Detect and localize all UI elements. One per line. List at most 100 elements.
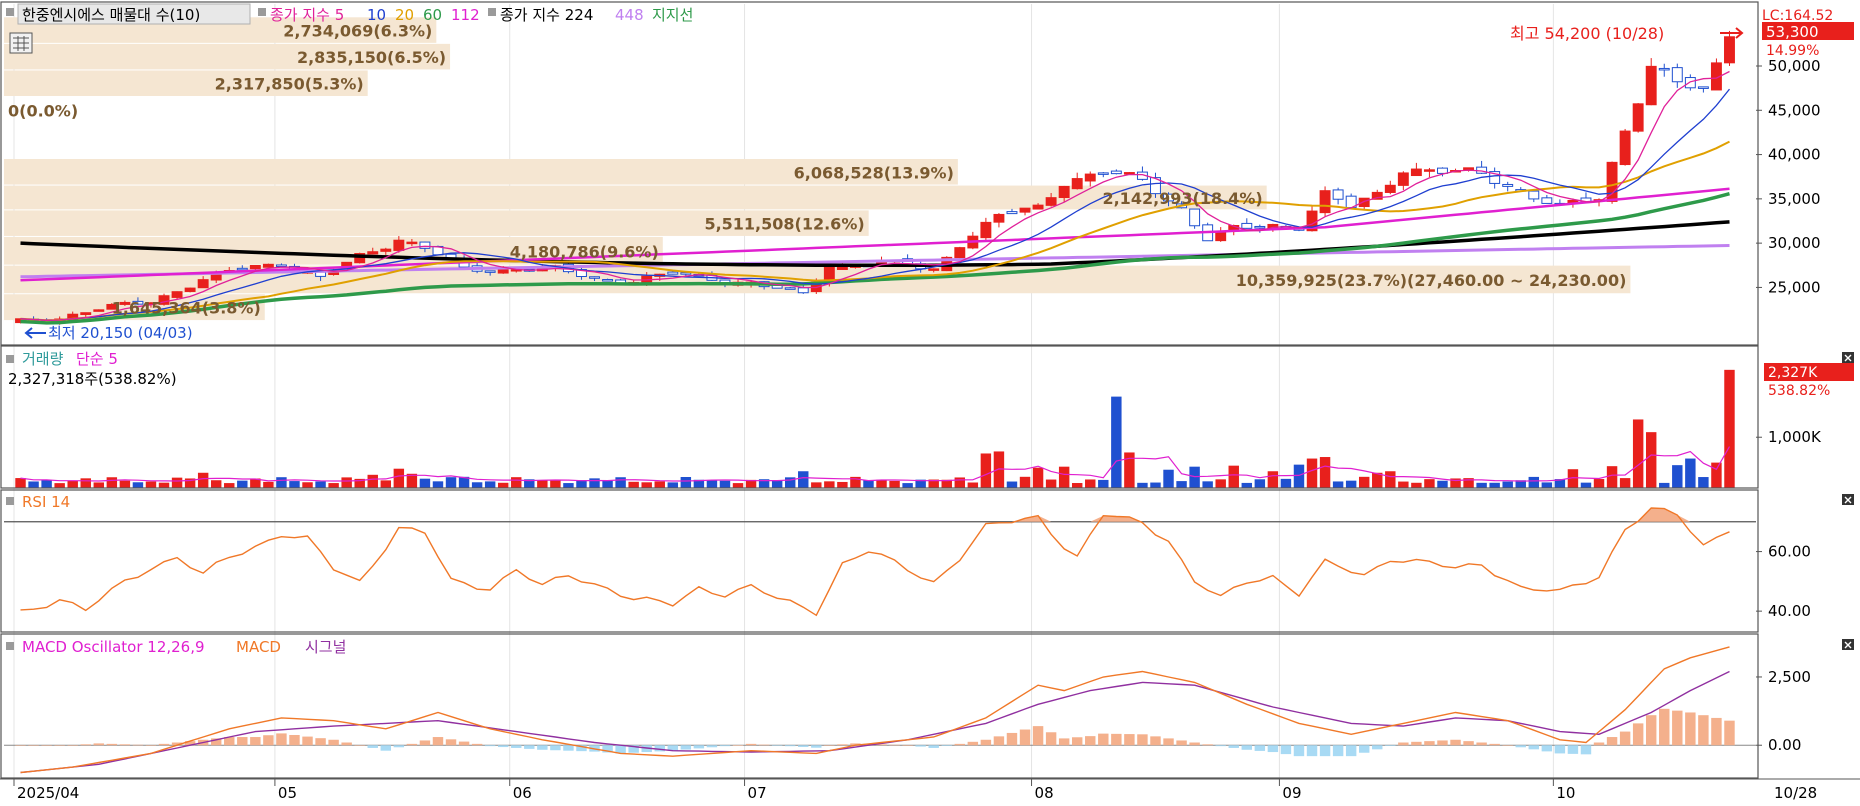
oscillator-bar [1606, 737, 1618, 746]
volume-bar [1645, 432, 1657, 488]
volume-bar [1071, 483, 1083, 488]
oscillator-bar [80, 744, 91, 746]
oscillator-bar [680, 745, 692, 750]
volume-bar [954, 477, 966, 488]
volume-bar [171, 477, 183, 488]
oscillator-bar [1580, 745, 1592, 755]
candle-body [1410, 168, 1422, 177]
candle-body [928, 268, 940, 271]
candle-body [1123, 172, 1135, 175]
volume-bar [1202, 481, 1213, 488]
stock-chart[interactable]: 2025/04 05 06 07 08 09 10 25,000 30,000 35,000 40,… [0, 0, 1860, 806]
candle-body [93, 309, 105, 312]
price-tick-label: 25,000 [1768, 278, 1821, 296]
candle-body [1019, 207, 1031, 213]
oscillator-bar [524, 745, 535, 749]
candle-body [1697, 86, 1709, 89]
profile-label: 10,359,925(23.7%)(27,460.00 ~ 24,230.00) [1236, 271, 1627, 290]
candle-body [1032, 204, 1044, 210]
volume-bar [1006, 481, 1018, 488]
macd-close-icon[interactable] [1842, 639, 1854, 650]
oscillator-bar [458, 741, 470, 746]
oscillator-bar [1124, 734, 1135, 746]
oscillator-bar [1593, 742, 1605, 746]
candle-body [406, 241, 418, 245]
oscillator-bar [1685, 712, 1696, 746]
volume-bar [497, 482, 509, 488]
oscillator-bar [1293, 745, 1305, 757]
oscillator-bar [1006, 732, 1018, 746]
oscillator-bar [811, 745, 822, 748]
volume-close-icon[interactable] [1842, 352, 1854, 363]
legend-item: 448 [615, 6, 644, 24]
volume-bar [537, 480, 548, 488]
volume-bar [1437, 480, 1448, 488]
volume-bar [1685, 458, 1696, 488]
table-icon[interactable] [9, 32, 33, 54]
volume-bar [654, 481, 665, 488]
oscillator-bar [993, 736, 1005, 746]
oscillator-bar [1698, 715, 1709, 746]
oscillator-bar [445, 739, 457, 746]
oscillator-bar [511, 745, 522, 748]
volume-bar [1385, 471, 1396, 488]
oscillator-bar [380, 745, 392, 751]
oscillator-bar [1463, 741, 1474, 746]
volume-bar [706, 480, 718, 488]
volume-bar [1606, 466, 1618, 488]
month-label: 07 [748, 784, 767, 802]
oscillator-bar [1150, 736, 1161, 746]
oscillator-bar [1398, 742, 1409, 746]
oscillator-bar [1111, 733, 1122, 746]
candle-body [1632, 103, 1644, 132]
oscillator-bar [54, 745, 65, 746]
oscillator-bar [1724, 720, 1735, 746]
volume-bar [732, 483, 744, 488]
volume-bar [1424, 479, 1435, 488]
candle-body [1084, 173, 1096, 182]
candle-body [1254, 225, 1266, 229]
volume-bar [1241, 482, 1253, 488]
oscillator-bar [967, 741, 979, 746]
volume-bar [1137, 482, 1148, 488]
oscillator-bar [106, 743, 118, 746]
oscillator-bar [1032, 726, 1044, 746]
volume-bar [1672, 465, 1683, 488]
volume-bar [1489, 482, 1500, 488]
oscillator-bar [1515, 745, 1526, 748]
oscillator-bar [1019, 729, 1031, 746]
lc-label: LC:164.52 [1762, 8, 1833, 24]
volume-bar [602, 480, 613, 488]
oscillator-bar [1711, 717, 1722, 746]
volume-bar [1228, 465, 1239, 488]
oscillator-bar [93, 743, 105, 746]
oscillator-bar [1085, 736, 1096, 746]
volume-bar [1332, 481, 1344, 488]
volume-info: 2,327,318주(538.82%) [8, 370, 177, 388]
volume-bar [1411, 482, 1422, 488]
price-tick-label: 50,000 [1768, 57, 1821, 75]
volume-bar [106, 477, 118, 488]
rsi-close-icon[interactable] [1842, 494, 1854, 505]
profile-label: 4,180,786(9.6%) [510, 242, 659, 261]
candle-body [797, 287, 809, 294]
oscillator-bar [341, 742, 352, 746]
volume-bar [1358, 476, 1370, 488]
volume-bar [967, 482, 979, 488]
oscillator-bar [28, 745, 39, 746]
oscillator-bar [941, 745, 952, 746]
oscillator-bar [1306, 745, 1318, 757]
candle-body [1189, 208, 1201, 227]
macd-label: MACD [236, 638, 281, 656]
volume-bar [863, 480, 874, 488]
volume-bar [1306, 458, 1318, 488]
volume-bar [1019, 476, 1031, 488]
candle-body [1658, 67, 1670, 71]
volume-bar [224, 483, 235, 488]
volume-bar [589, 478, 600, 488]
volume-bar [1319, 457, 1331, 488]
volume-bar [1541, 482, 1553, 488]
oscillator-bar [1071, 737, 1083, 746]
oscillator-bar [419, 740, 431, 746]
volume-bar [615, 477, 626, 488]
